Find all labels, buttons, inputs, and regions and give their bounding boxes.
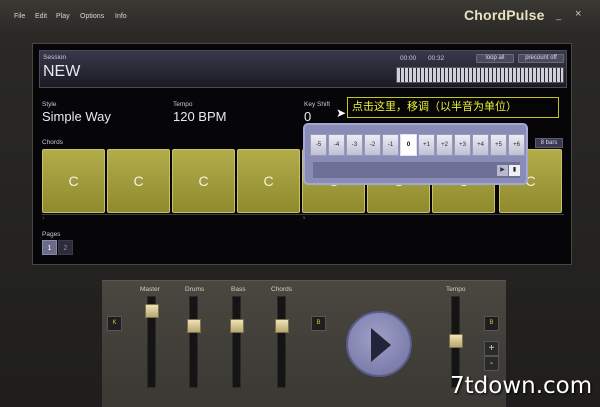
menu-file[interactable]: File	[14, 13, 25, 20]
tempo-minus-button[interactable]: -	[484, 356, 499, 371]
chords-fader-knob[interactable]	[275, 319, 289, 334]
key-shift-option[interactable]: -4	[328, 134, 345, 156]
tempo-side-button[interactable]: B	[484, 316, 499, 331]
drums-fader-track[interactable]	[189, 296, 198, 388]
pages-label: Pages	[42, 231, 61, 238]
time-current: 00:00	[400, 55, 417, 62]
chordpulse-window: File Edit Play Options Info ChordPulse _…	[0, 0, 600, 407]
menu-play[interactable]: Play	[56, 13, 70, 20]
chords-label: Chords	[42, 139, 63, 146]
chords-mix-label: Chords	[271, 286, 292, 293]
bar-ruler: 1 5	[42, 214, 564, 220]
play-button[interactable]	[346, 311, 412, 377]
bass-label: Bass	[231, 286, 246, 293]
chord-block[interactable]: C	[172, 149, 235, 213]
key-shift-option[interactable]: -2	[364, 134, 381, 156]
chord-block[interactable]: C	[107, 149, 170, 213]
master-fader-knob[interactable]	[145, 304, 159, 319]
piano-keyboard[interactable]	[396, 67, 564, 83]
tempo-mix-label: Tempo	[446, 286, 466, 293]
style-label: Style	[42, 101, 57, 108]
chord-block[interactable]: C	[237, 149, 300, 213]
key-shift-option[interactable]: +1	[418, 134, 435, 156]
chords-fader-track[interactable]	[277, 296, 286, 388]
mixer-panel	[102, 280, 506, 407]
bars-button[interactable]: 8 bars	[535, 138, 563, 148]
page-button-1[interactable]: 1	[42, 240, 57, 255]
menu-bar: File Edit Play Options Info ChordPulse _…	[0, 0, 600, 34]
menu-info[interactable]: Info	[115, 13, 127, 20]
key-shift-popup: -5 -4 -3 -2 -1 0 +1 +2 +3 +4 +5 +6 ▶ ▮	[303, 123, 528, 185]
menu-edit[interactable]: Edit	[35, 13, 47, 20]
key-shift-option[interactable]: -3	[346, 134, 363, 156]
key-shift-option[interactable]: -1	[382, 134, 399, 156]
close-button[interactable]: ×	[575, 8, 581, 20]
bass-fader-track[interactable]	[232, 296, 241, 388]
key-shift-footer: ▶ ▮	[312, 161, 521, 179]
master-side-button[interactable]: K	[107, 316, 122, 331]
loop-all-button[interactable]: loop all	[476, 54, 514, 63]
key-shift-value[interactable]: 0	[304, 109, 311, 124]
play-arrow-icon[interactable]: ▶	[497, 165, 508, 176]
tempo-label: Tempo	[173, 101, 193, 108]
session-name: NEW	[43, 63, 81, 80]
chord-block[interactable]: C	[42, 149, 105, 213]
key-shift-option[interactable]: +2	[436, 134, 453, 156]
ruler-tick: 5	[303, 215, 306, 220]
mouse-cursor-icon: ➤	[336, 106, 347, 120]
style-value[interactable]: Simple Way	[42, 109, 111, 124]
tempo-value[interactable]: 120 BPM	[173, 109, 226, 124]
bass-fader-knob[interactable]	[230, 319, 244, 334]
key-shift-label: Key Shift	[304, 101, 331, 108]
drums-fader-knob[interactable]	[187, 319, 201, 334]
key-shift-option[interactable]: +4	[472, 134, 489, 156]
key-shift-option[interactable]: +6	[508, 134, 525, 156]
master-label: Master	[140, 286, 160, 293]
confirm-button[interactable]: ▮	[509, 165, 520, 176]
key-shift-option[interactable]: +5	[490, 134, 507, 156]
key-shift-tooltip: 点击这里，移调（以半音为单位）	[347, 97, 559, 118]
watermark: 7tdown.com	[450, 373, 593, 399]
minimize-button[interactable]: _	[556, 10, 561, 20]
key-shift-option[interactable]: -5	[310, 134, 327, 156]
play-icon	[371, 328, 391, 362]
menu-options[interactable]: Options	[80, 13, 104, 20]
time-total: 00:32	[428, 55, 445, 62]
page-button-2[interactable]: 2	[58, 240, 73, 255]
session-bar[interactable]: Session NEW 00:00 00:32 loop all precoun…	[39, 50, 567, 88]
ruler-tick: 1	[42, 215, 45, 220]
precount-button[interactable]: precount off	[518, 54, 564, 63]
tempo-plus-button[interactable]: +	[484, 341, 499, 356]
session-label: Session	[43, 54, 67, 61]
drums-label: Drums	[185, 286, 205, 293]
key-shift-option[interactable]: +3	[454, 134, 471, 156]
key-shift-option-selected[interactable]: 0	[400, 134, 417, 156]
app-title: ChordPulse	[464, 7, 545, 23]
tempo-fader-knob[interactable]	[449, 334, 463, 349]
chords-side-button[interactable]: B	[311, 316, 326, 331]
